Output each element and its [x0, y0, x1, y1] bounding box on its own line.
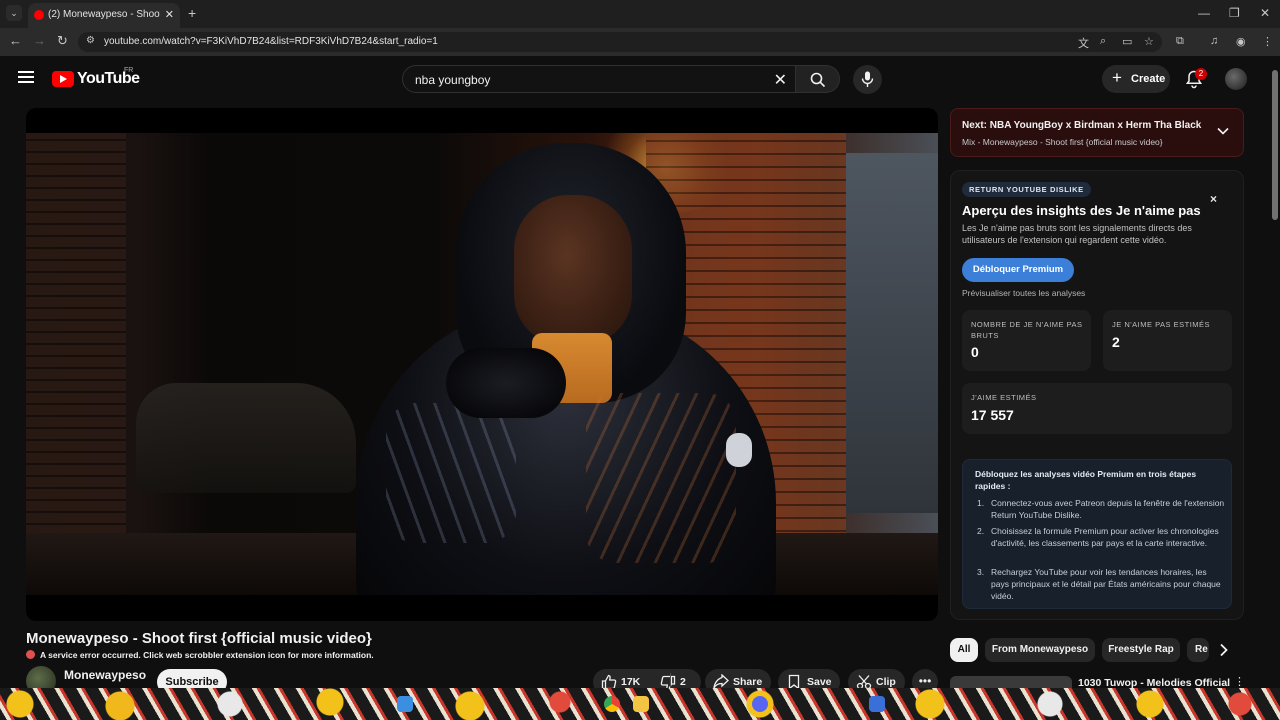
step-number: 2. — [977, 526, 985, 536]
page-scrollbar[interactable] — [1270, 56, 1280, 688]
video-frame — [26, 133, 938, 595]
create-button[interactable]: + Create — [1102, 65, 1170, 93]
discord-icon[interactable] — [752, 696, 768, 712]
account-avatar[interactable] — [1225, 68, 1247, 90]
tab-search-button[interactable]: ⌄ — [6, 5, 22, 21]
profile-icon[interactable]: ◉ — [1236, 35, 1246, 48]
file-explorer-icon[interactable] — [397, 696, 413, 712]
address-bar[interactable]: ⚙ youtube.com/watch?v=F3KiVhD7B24&list=R… — [78, 32, 1162, 52]
hamburger-menu-icon[interactable] — [18, 71, 34, 83]
up-next-subtitle: Mix - Monewaypeso - Shoot first {officia… — [962, 137, 1163, 147]
channel-name[interactable]: Monewaypeso — [64, 668, 146, 682]
stat-label: JE N'AIME PAS ESTIMÉS — [1112, 320, 1211, 329]
video-player[interactable] — [26, 108, 938, 621]
search-input[interactable]: nba youngboy ✕ — [402, 65, 796, 93]
search-query: nba youngboy — [415, 73, 491, 87]
tab-title: (2) Monewaypeso - Shoot first { — [48, 9, 160, 20]
stat-label: NOMBRE DE JE N'AIME PAS BRUTS — [971, 320, 1083, 340]
preview-analytics-link[interactable]: Prévisualiser toutes les analyses — [962, 288, 1085, 298]
new-tab-icon[interactable]: + — [188, 5, 196, 21]
step-text: Rechargez YouTube pour voir les tendance… — [991, 567, 1221, 601]
scrobbler-icon — [26, 650, 35, 659]
browser-tab-active[interactable]: (2) Monewaypeso - Shoot first { ✕ — [28, 3, 180, 28]
scrobbler-message-text: A service error occurred. Click web scro… — [40, 650, 374, 660]
ryd-description: Les Je n'aime pas bruts sont les signale… — [962, 223, 1192, 245]
stat-raw-dislikes: NOMBRE DE JE N'AIME PAS BRUTS 0 — [962, 310, 1091, 371]
stat-value: 2 — [1112, 334, 1120, 350]
step-number: 1. — [977, 498, 985, 508]
video-title: Monewaypeso - Shoot first {official musi… — [26, 630, 372, 647]
browser-menu-icon[interactable]: ⋮ — [1262, 35, 1273, 48]
premium-steps-box: Débloquez les analyses vidéo Premium en … — [962, 459, 1232, 609]
restore-icon[interactable]: ❐ — [1229, 6, 1240, 20]
browser-tab-strip: ⌄ (2) Monewaypeso - Shoot first { ✕ + — … — [0, 0, 1280, 28]
stat-estimated-likes: J'AIME ESTIMÉS 17 557 — [962, 383, 1232, 434]
chip-truncated[interactable]: Re — [1187, 638, 1209, 662]
taskbar — [0, 688, 1280, 720]
save-label: Save — [807, 676, 832, 688]
chip-from-channel[interactable]: From Monewaypeso — [985, 638, 1095, 662]
step-text: Connectez-vous avec Patreon depuis la fe… — [991, 498, 1225, 520]
reload-icon[interactable]: ↻ — [57, 33, 68, 49]
unlock-premium-button[interactable]: Débloquer Premium — [962, 258, 1074, 282]
notification-count-badge: 2 — [1195, 68, 1207, 80]
microphone-icon — [861, 71, 874, 87]
step-number: 3. — [977, 567, 985, 577]
stat-label: J'AIME ESTIMÉS — [971, 393, 1037, 402]
tab-close-icon[interactable]: ✕ — [165, 8, 174, 21]
region-code: FR — [124, 67, 134, 74]
youtube-favicon-icon — [34, 10, 44, 20]
extensions-icon[interactable]: ⧉ — [1176, 35, 1184, 48]
like-count[interactable]: 17K — [621, 676, 640, 688]
back-icon[interactable]: ← — [9, 33, 22, 48]
chrome-icon[interactable] — [604, 696, 620, 712]
plus-icon: + — [1112, 68, 1122, 87]
chip-freestyle-rap[interactable]: Freestyle Rap — [1102, 638, 1180, 662]
dislike-count: 2 — [680, 676, 686, 688]
scrobbler-error-message[interactable]: A service error occurred. Click web scro… — [26, 650, 374, 660]
stat-value: 17 557 — [971, 407, 1014, 423]
window-close-icon[interactable]: ✕ — [1260, 6, 1270, 20]
stat-estimated-dislikes: JE N'AIME PAS ESTIMÉS 2 — [1103, 310, 1232, 371]
chevron-down-icon[interactable] — [1217, 127, 1229, 135]
folder-icon[interactable] — [633, 696, 649, 712]
app-icon[interactable] — [869, 696, 885, 712]
youtube-header: YouTube FR nba youngboy ✕ + Create 2 — [0, 56, 1280, 102]
chevron-right-icon[interactable] — [1219, 643, 1229, 657]
youtube-play-icon — [52, 71, 74, 87]
zoom-icon[interactable]: ⌕ — [1100, 35, 1106, 48]
recommendation-menu-icon[interactable]: ⋮ — [1234, 675, 1245, 688]
forward-icon[interactable]: → — [33, 33, 46, 48]
return-youtube-dislike-panel: RETURN YOUTUBE DISLIKE × Aperçu des insi… — [950, 170, 1244, 620]
stat-value: 0 — [971, 344, 979, 360]
ryd-badge: RETURN YOUTUBE DISLIKE — [962, 182, 1091, 197]
url-text: youtube.com/watch?v=F3KiVhD7B24&list=RDF… — [104, 36, 438, 47]
steps-heading: Débloquez les analyses vidéo Premium en … — [975, 469, 1197, 491]
scrollbar-thumb[interactable] — [1272, 70, 1278, 220]
clear-search-icon[interactable]: ✕ — [774, 70, 787, 90]
media-controls-icon[interactable]: ♫ — [1210, 35, 1218, 47]
browser-toolbar: ← → ↻ ⚙ youtube.com/watch?v=F3KiVhD7B24&… — [0, 28, 1280, 56]
up-next-title: Next: NBA YoungBoy x Birdman x Herm Tha … — [962, 120, 1202, 131]
cast-icon[interactable]: ▭ — [1122, 35, 1132, 48]
share-label: Share — [733, 676, 763, 688]
minimize-icon[interactable]: — — [1198, 6, 1210, 20]
up-next-card[interactable]: Next: NBA YoungBoy x Birdman x Herm Tha … — [950, 108, 1244, 157]
bookmark-star-icon[interactable]: ☆ — [1144, 35, 1154, 48]
voice-search-button[interactable] — [853, 65, 882, 94]
search-icon — [810, 72, 826, 88]
clip-label: Clip — [876, 676, 896, 688]
search-button[interactable] — [796, 65, 840, 93]
site-info-icon[interactable]: ⚙ — [86, 35, 95, 46]
ryd-heading: Aperçu des insights des Je n'aime pas — [962, 203, 1201, 218]
create-label: Create — [1131, 73, 1166, 85]
translate-icon[interactable]: 文 — [1078, 35, 1089, 51]
chip-all[interactable]: All — [950, 638, 978, 662]
ryd-close-icon[interactable]: × — [1210, 192, 1217, 206]
step-text: Choisissez la formule Premium pour activ… — [991, 526, 1219, 548]
